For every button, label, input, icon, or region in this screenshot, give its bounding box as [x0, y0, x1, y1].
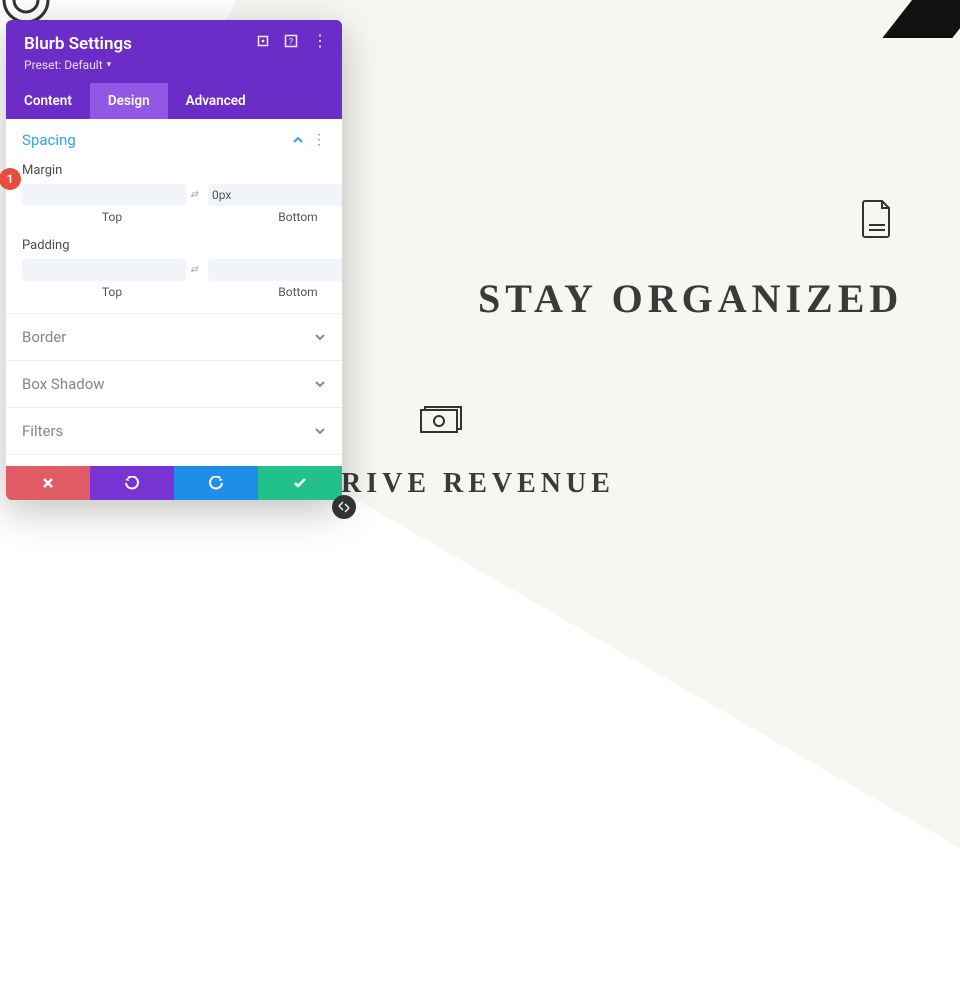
section-box-shadow[interactable]: Box Shadow — [6, 361, 342, 408]
link-icon[interactable]: ⇄ — [186, 259, 202, 281]
settings-modal: Blurb Settings Preset: Default ▾ ? ⋮ Con… — [6, 20, 342, 500]
expand-icon[interactable] — [256, 34, 270, 48]
link-icon[interactable]: ⇄ — [186, 184, 202, 206]
tabs: Content Design Advanced — [6, 83, 342, 119]
padding-top-input[interactable] — [22, 259, 186, 281]
section-title-spacing[interactable]: Spacing — [22, 131, 76, 149]
redo-icon — [208, 476, 224, 490]
tab-content[interactable]: Content — [6, 83, 90, 119]
preset-label: Preset: Default — [24, 58, 103, 72]
section-filters[interactable]: Filters — [6, 408, 342, 455]
chevron-down-icon — [314, 378, 326, 390]
caret-down-icon: ▾ — [107, 60, 112, 70]
action-bar — [6, 466, 342, 500]
modal-body: Spacing ⋮ Margin ⇄Top ⇄Bottom ⇄Left Righ… — [6, 119, 342, 466]
help-icon[interactable]: ? — [284, 34, 298, 48]
resize-handle[interactable] — [332, 495, 356, 519]
annotation-badge-1: 1 — [0, 168, 21, 190]
money-icon — [420, 406, 462, 434]
undo-button[interactable] — [90, 466, 174, 500]
redo-button[interactable] — [174, 466, 258, 500]
check-icon — [293, 477, 307, 489]
document-icon — [862, 200, 892, 238]
tab-design[interactable]: Design — [90, 83, 168, 119]
section-spacing: Spacing ⋮ Margin ⇄Top ⇄Bottom ⇄Left Righ… — [6, 119, 342, 314]
svg-text:?: ? — [289, 38, 293, 48]
section-border[interactable]: Border — [6, 314, 342, 361]
discard-button[interactable] — [6, 466, 90, 500]
resize-icon — [338, 501, 350, 513]
heading-stay-organized: STAY ORGANIZED — [478, 275, 903, 322]
margin-bottom-input[interactable] — [208, 184, 342, 206]
close-icon — [42, 477, 54, 489]
pos-top: Top — [102, 210, 122, 224]
save-button[interactable] — [258, 466, 342, 500]
modal-header: Blurb Settings Preset: Default ▾ ? ⋮ — [6, 20, 342, 83]
heading-revenue: RIVE REVENUE — [341, 468, 615, 500]
padding-bottom-input[interactable] — [208, 259, 342, 281]
margin-top-input[interactable] — [22, 184, 186, 206]
tab-advanced[interactable]: Advanced — [168, 83, 264, 119]
chevron-down-icon — [314, 425, 326, 437]
margin-label: Margin — [22, 163, 326, 178]
chevron-up-icon[interactable] — [292, 134, 304, 146]
padding-label: Padding — [22, 238, 326, 253]
preset-selector[interactable]: Preset: Default ▾ — [24, 58, 111, 72]
pos-bottom: Bottom — [278, 210, 317, 224]
chevron-down-icon — [314, 331, 326, 343]
undo-icon — [124, 476, 140, 490]
